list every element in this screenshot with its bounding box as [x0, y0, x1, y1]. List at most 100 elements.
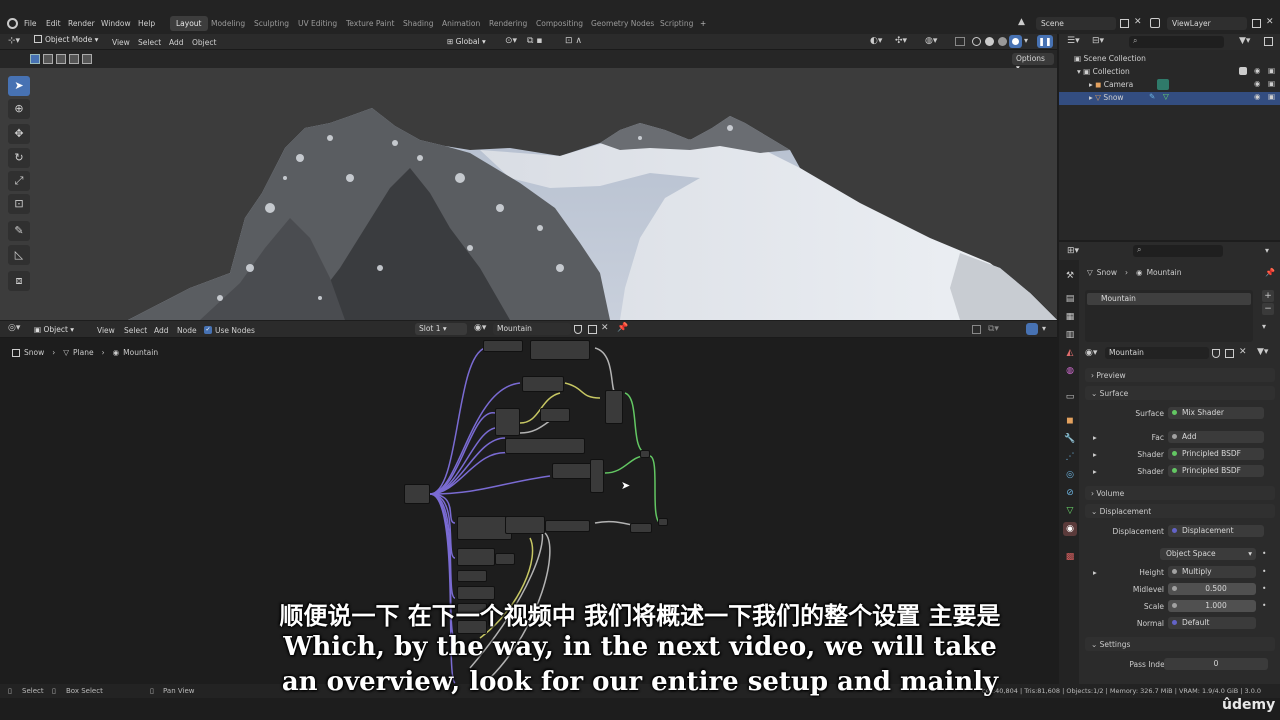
visibility-eye-icon[interactable]: ◉	[1254, 92, 1261, 101]
select-mode-subtract-icon[interactable]	[56, 54, 66, 64]
node-box[interactable]	[505, 438, 585, 454]
visibility-eye-icon[interactable]: ◉	[1254, 66, 1261, 75]
remove-slot-icon[interactable]: −	[1262, 303, 1274, 315]
snap-node-icon[interactable]	[972, 325, 981, 334]
rotate-tool-icon[interactable]: ↻	[8, 148, 30, 168]
physics-tab-icon[interactable]: ◎	[1063, 468, 1077, 482]
volume-section[interactable]: › Volume	[1085, 486, 1275, 500]
overlay-node-icon[interactable]	[1026, 323, 1038, 335]
viewport-menu-view[interactable]: View	[112, 38, 130, 47]
node-editor-type-icon[interactable]: ◎▾	[8, 323, 20, 333]
expand-fac-icon[interactable]: ▸	[1093, 433, 1097, 442]
node-box[interactable]	[640, 450, 650, 458]
displacement-space-dropdown[interactable]: Object Space ▾	[1160, 548, 1256, 560]
midlevel-field[interactable]: 0.500	[1168, 583, 1256, 595]
rendered-shading-icon[interactable]	[1009, 35, 1022, 48]
wireframe-shading-icon[interactable]	[972, 37, 981, 46]
shader-type-dropdown[interactable]: ▣ Object ▾	[34, 325, 88, 334]
material-tab-icon[interactable]: ◉	[1063, 522, 1077, 536]
copy-scene-icon[interactable]	[1120, 19, 1129, 28]
node-box[interactable]	[522, 376, 564, 392]
collection-tab-icon[interactable]: ▭	[1063, 390, 1077, 404]
node-menu-select[interactable]: Select	[124, 326, 147, 335]
node-box[interactable]	[457, 570, 487, 582]
world-tab-icon[interactable]: ◍	[1063, 364, 1077, 378]
tab-rendering[interactable]: Rendering	[489, 19, 527, 28]
visibility-eye-icon[interactable]: ◉	[1254, 79, 1261, 88]
tool-tab-icon[interactable]: ⚒	[1063, 269, 1077, 283]
menu-window[interactable]: Window	[101, 19, 131, 28]
pin-icon[interactable]: 📌	[617, 323, 628, 333]
solid-shading-icon[interactable]	[985, 37, 994, 46]
material-browse-icon[interactable]: ◉▾	[474, 323, 486, 333]
output-tab-icon[interactable]: ▦	[1063, 310, 1077, 324]
add-workspace-button[interactable]: +	[700, 19, 706, 28]
annotate-tool-icon[interactable]: ✎	[8, 221, 30, 241]
filter-icon[interactable]: ▼▾	[1239, 36, 1250, 46]
viewport-menu-object[interactable]: Object	[192, 38, 216, 47]
add-cube-tool-icon[interactable]: ⧈	[8, 271, 30, 291]
outliner-search-icon[interactable]: ⌕	[1129, 36, 1224, 48]
displacement-section[interactable]: ⌄ Displacement	[1085, 504, 1275, 518]
shader-2-field[interactable]: Principled BSDF	[1168, 465, 1264, 477]
tab-layout[interactable]: Layout	[170, 16, 208, 31]
editor-type-icon[interactable]: ⊹▾	[8, 36, 24, 47]
render-camera-icon[interactable]: ▣	[1268, 66, 1275, 75]
shader-1-field[interactable]: Principled BSDF	[1168, 448, 1264, 460]
menu-render[interactable]: Render	[68, 19, 95, 28]
data-tab-icon[interactable]: ▽	[1063, 504, 1077, 518]
expand-shader-icon[interactable]: ▸	[1093, 450, 1097, 459]
xray-icon[interactable]	[955, 37, 965, 46]
material-name-field[interactable]: Mountain	[1105, 347, 1209, 359]
fac-field[interactable]: Add	[1168, 431, 1264, 443]
tab-sculpting[interactable]: Sculpting	[254, 19, 289, 28]
copy-view-layer-icon[interactable]	[1252, 19, 1261, 28]
view-layer-tab-icon[interactable]: ▥	[1063, 328, 1077, 342]
overlay-dropdown-icon[interactable]: ▾	[1042, 324, 1046, 333]
node-box[interactable]	[552, 463, 592, 479]
transform-orientation-dropdown[interactable]: ⊞ Global ▾	[447, 37, 486, 46]
scene-tab-icon[interactable]: ◭	[1063, 346, 1077, 360]
select-mode-new-icon[interactable]	[30, 54, 40, 64]
node-box[interactable]	[658, 518, 668, 526]
modifiers-tab-icon[interactable]: 🔧	[1063, 432, 1077, 446]
displacement-field[interactable]: Displacement	[1168, 525, 1264, 537]
properties-options-icon[interactable]: ▾	[1265, 246, 1269, 255]
move-tool-icon[interactable]: ✥	[8, 124, 30, 144]
preview-section[interactable]: › Preview	[1085, 368, 1275, 382]
measure-tool-icon[interactable]: ◺	[8, 245, 30, 265]
tab-texture-paint[interactable]: Texture Paint	[346, 19, 394, 28]
outliner-item-collection[interactable]: ▾ ▣ Collection ◉ ▣	[1077, 66, 1277, 80]
node-box[interactable]	[483, 340, 523, 352]
surface-shader-field[interactable]: Mix Shader	[1168, 407, 1264, 419]
pin-properties-icon[interactable]: 📌	[1265, 268, 1275, 277]
material-name-field[interactable]: Mountain	[493, 323, 571, 335]
scene-selector[interactable]: Scene	[1036, 17, 1116, 30]
node-box[interactable]	[540, 408, 570, 422]
close-view-layer-icon[interactable]: ✕	[1266, 17, 1274, 27]
render-tab-icon[interactable]: ▤	[1063, 292, 1077, 306]
new-collection-icon[interactable]	[1264, 37, 1273, 46]
options-dropdown[interactable]: Options ▾	[1012, 53, 1054, 72]
proportional-edit-icon[interactable]: ⊡ ∧	[565, 36, 582, 46]
outliner-scene-collection[interactable]: ▣ Scene Collection	[1074, 54, 1274, 67]
render-camera-icon[interactable]: ▣	[1268, 79, 1275, 88]
node-menu-view[interactable]: View	[97, 326, 115, 335]
backdrop-icon[interactable]: ⧉▾	[988, 324, 999, 334]
select-mode-extend-icon[interactable]	[43, 54, 53, 64]
pivot-icon[interactable]: ⊙▾	[505, 36, 517, 46]
tab-uv-editing[interactable]: UV Editing	[298, 19, 337, 28]
keyframe-dot-icon[interactable]: •	[1262, 549, 1266, 558]
unlink-material-icon[interactable]: ✕	[601, 323, 609, 333]
expand-height-icon[interactable]: ▸	[1093, 568, 1097, 577]
material-slot-list[interactable]: Mountain	[1085, 290, 1253, 342]
shading-options-icon[interactable]: ▾	[1024, 36, 1028, 45]
visibility-icon[interactable]: ◐▾	[870, 36, 882, 46]
overlay-icon[interactable]: ◍▾	[925, 36, 937, 46]
scene-icon[interactable]: ▲	[1018, 17, 1034, 30]
texture-tab-icon[interactable]: ▩	[1063, 550, 1077, 564]
outliner-item-snow[interactable]: ▸ ▽ Snow ✎ ▽ ◉ ▣	[1089, 92, 1279, 106]
use-nodes-checkbox[interactable]: ✓	[204, 326, 212, 334]
view-layer-icon[interactable]	[1150, 18, 1160, 28]
properties-search-icon[interactable]: ⌕	[1133, 245, 1223, 257]
